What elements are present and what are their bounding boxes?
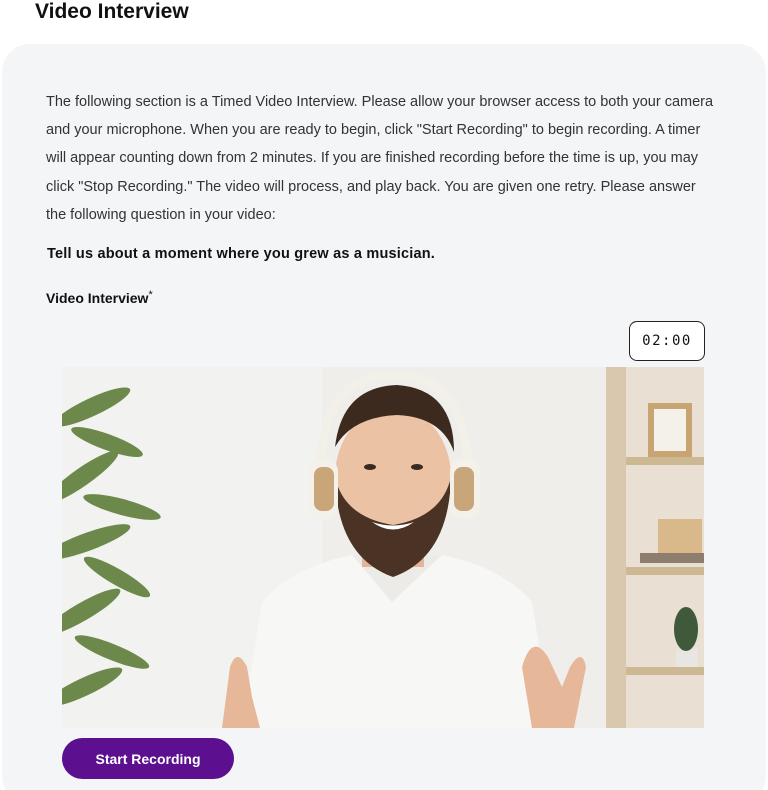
instructions-text: The following section is a Timed Video I…	[46, 94, 714, 223]
page-title: Video Interview	[35, 0, 189, 23]
video-field-label: Video Interview*	[46, 289, 153, 306]
start-recording-button[interactable]: Start Recording	[62, 738, 234, 779]
required-marker: *	[148, 289, 153, 301]
countdown-timer: 02:00	[629, 321, 705, 361]
video-field-label-text: Video Interview	[46, 290, 149, 306]
interview-question: Tell us about a moment where you grew as…	[47, 246, 436, 262]
camera-preview-image	[62, 367, 704, 728]
video-preview	[62, 367, 704, 728]
